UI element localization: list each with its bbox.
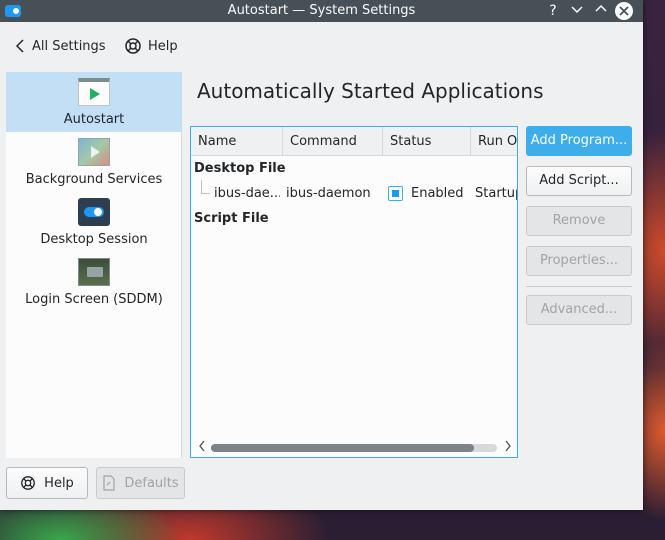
defaults-button[interactable]: Defaults xyxy=(96,467,185,499)
scroll-track[interactable] xyxy=(211,444,497,452)
autostart-icon xyxy=(78,78,110,106)
title-bar[interactable]: Autostart — System Settings ? xyxy=(0,0,643,22)
sidebar-item-desktop-session[interactable]: Desktop Session xyxy=(6,192,182,252)
window-close-button[interactable] xyxy=(615,2,633,20)
add-script-button[interactable]: Add Script... xyxy=(526,166,632,196)
advanced-button[interactable]: Advanced... xyxy=(526,295,632,325)
help-button[interactable]: Help xyxy=(124,35,178,57)
scroll-thumb[interactable] xyxy=(211,444,474,452)
window-help-button[interactable]: ? xyxy=(543,1,563,21)
cell-run-on: Startup xyxy=(475,186,517,201)
help-lifebuoy-icon xyxy=(21,476,36,490)
window-minimize-button[interactable] xyxy=(567,1,587,21)
all-settings-button[interactable]: All Settings xyxy=(14,35,106,57)
autostart-table[interactable]: Name Command Status Run On Desktop File … xyxy=(190,126,518,458)
group-header-script-file[interactable]: Script File xyxy=(194,211,269,226)
sidebar-item-autostart[interactable]: Autostart xyxy=(6,72,182,132)
footer-help-button[interactable]: Help xyxy=(6,467,88,499)
scroll-right-icon[interactable] xyxy=(502,440,514,454)
chevron-up-icon xyxy=(595,4,607,12)
enabled-checkbox[interactable] xyxy=(388,186,403,201)
horizontal-scrollbar[interactable] xyxy=(191,438,517,457)
column-header-run-on[interactable]: Run On xyxy=(471,127,517,156)
close-icon xyxy=(619,6,629,16)
remove-button[interactable]: Remove xyxy=(526,206,632,236)
sidebar-item-label: Autostart xyxy=(63,112,125,127)
login-screen-icon xyxy=(78,258,110,286)
sidebar-item-label: Login Screen (SDDM) xyxy=(25,292,163,307)
cell-name: ibus-dae... xyxy=(214,186,280,201)
sidebar-item-label: Desktop Session xyxy=(40,232,148,247)
column-header-command[interactable]: Command xyxy=(283,127,383,156)
column-header-name[interactable]: Name xyxy=(191,127,283,156)
table-header: Name Command Status Run On xyxy=(191,127,517,156)
scroll-left-icon[interactable] xyxy=(196,440,208,454)
background-services-icon xyxy=(78,138,110,166)
document-revert-icon xyxy=(103,475,115,491)
footer-help-label: Help xyxy=(44,475,74,491)
status-label: Enabled xyxy=(411,186,464,201)
button-separator xyxy=(526,286,632,287)
column-header-status[interactable]: Status xyxy=(383,127,471,156)
back-arrow-icon xyxy=(15,39,24,53)
tree-branch-line xyxy=(201,180,210,194)
cell-command: ibus-daemon xyxy=(286,186,371,201)
sidebar-item-login-screen[interactable]: Login Screen (SDDM) xyxy=(6,252,182,312)
sidebar-item-label: Background Services xyxy=(25,172,163,187)
add-program-button[interactable]: Add Program... xyxy=(526,126,632,156)
page-title: Automatically Started Applications xyxy=(197,79,544,103)
properties-button[interactable]: Properties... xyxy=(526,246,632,276)
cell-status: Enabled xyxy=(388,186,464,201)
system-settings-window: Autostart — System Settings ? All Settin… xyxy=(0,0,643,510)
sidebar: Autostart Background Services Desktop Se… xyxy=(6,72,182,458)
defaults-label: Defaults xyxy=(124,475,179,491)
chevron-down-icon xyxy=(571,6,583,14)
table-row[interactable]: ibus-dae... ibus-daemon Enabled Startup xyxy=(191,180,517,206)
help-label: Help xyxy=(148,38,178,54)
group-header-desktop-file[interactable]: Desktop File xyxy=(194,161,286,176)
help-lifebuoy-icon xyxy=(125,38,141,54)
all-settings-label: All Settings xyxy=(32,38,106,54)
toolbar: All Settings Help xyxy=(0,22,643,70)
sidebar-item-background-services[interactable]: Background Services xyxy=(6,132,182,192)
desktop-session-icon xyxy=(78,198,110,226)
window-maximize-button[interactable] xyxy=(591,1,611,21)
